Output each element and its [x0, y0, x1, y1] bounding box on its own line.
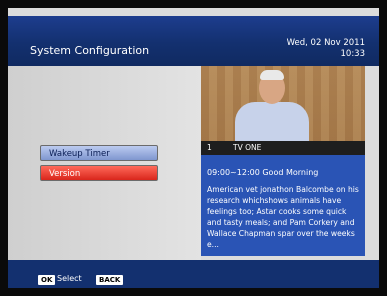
tv-screen: System Configuration Wed, 02 Nov 2011 10…	[8, 8, 379, 288]
preview-panel: 1 TV ONE 09:00~12:00 Good Morning Americ…	[201, 66, 365, 256]
back-key[interactable]: BACK	[96, 275, 124, 285]
presenter-body	[235, 102, 309, 141]
date-time: Wed, 02 Nov 2011 10:33	[287, 38, 365, 60]
channel-strip: 1 TV ONE	[201, 141, 365, 155]
presenter-hair	[260, 70, 284, 80]
menu-item-version[interactable]: Version	[40, 165, 158, 181]
menu-item-wakeup-timer[interactable]: Wakeup Timer	[40, 145, 158, 161]
channel-name: TV ONE	[233, 143, 262, 152]
select-label: Select	[57, 274, 82, 283]
page-title: System Configuration	[30, 44, 150, 57]
date-text: Wed, 02 Nov 2011	[286, 38, 365, 48]
time-text: 10:33	[340, 49, 366, 59]
header-bar: System Configuration Wed, 02 Nov 2011 10…	[8, 16, 379, 66]
channel-number: 1	[207, 143, 212, 152]
program-description: American vet jonathon Balcombe on his re…	[207, 185, 359, 249]
program-time-title: 09:00~12:00 Good Morning	[207, 168, 319, 177]
video-preview	[201, 66, 365, 141]
menu-panel	[8, 66, 201, 260]
ok-key[interactable]: OK	[38, 275, 56, 285]
